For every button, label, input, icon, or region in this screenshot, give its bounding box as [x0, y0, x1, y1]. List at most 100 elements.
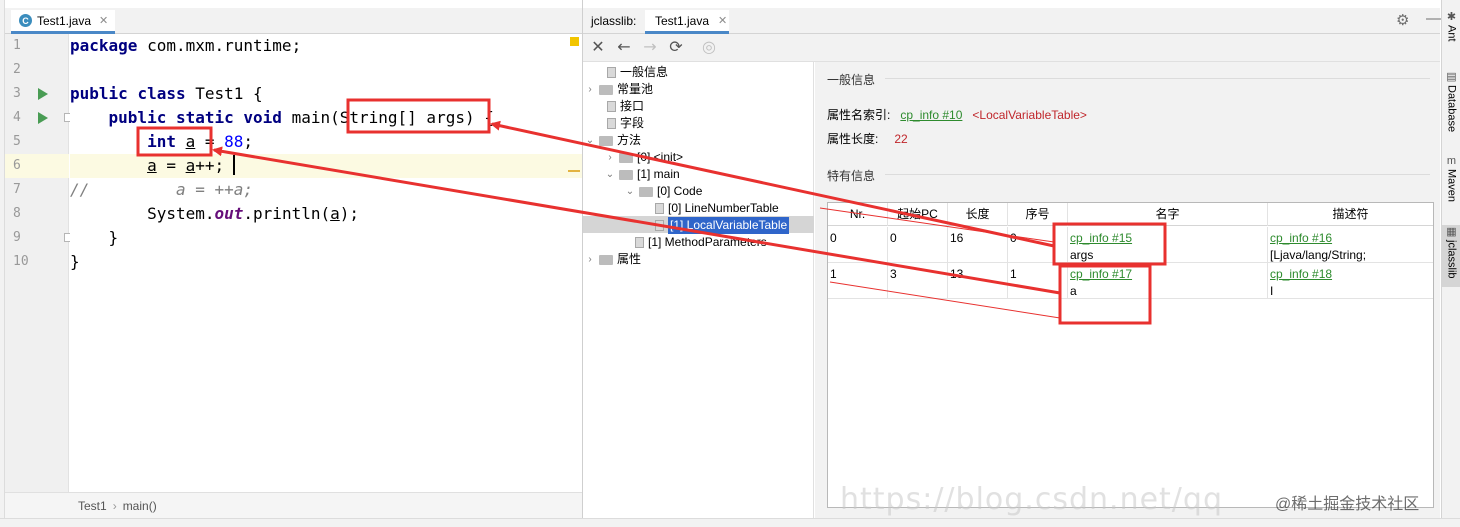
tree-node-code[interactable]: ⌄ [0] Code	[625, 183, 703, 200]
line-number: 7	[13, 182, 21, 197]
table-row[interactable]: 1 3 13 1 cp_info #17 a cp_info #18 I	[828, 263, 1433, 299]
run-icon[interactable]	[38, 88, 48, 100]
gutter-line: 6	[5, 154, 69, 178]
cell-name-value: a	[1070, 284, 1077, 298]
cell-descriptor: cp_info #16 [Ljava/lang/String;	[1268, 227, 1433, 263]
column-header-start-pc[interactable]: 起始PC	[888, 203, 948, 226]
cell-name-value: args	[1070, 248, 1094, 262]
keyword: public	[70, 84, 128, 103]
keyword: int	[147, 132, 176, 151]
database-icon: ▤	[1446, 71, 1457, 83]
tree-node-local-variable-table[interactable]: [1] LocalVariableTable	[655, 217, 790, 234]
code-text: Test1 {	[185, 84, 263, 103]
table-row[interactable]: 0 0 16 0 cp_info #15 args cp_info #16 [L…	[828, 227, 1433, 263]
cp-info-link[interactable]: cp_info #17	[1070, 266, 1267, 283]
chevron-down-icon[interactable]: ⌄	[605, 166, 615, 183]
jclasslib-file-tab[interactable]: Test1.java ✕	[645, 10, 729, 34]
folder-icon	[599, 84, 613, 95]
java-class-icon: C	[19, 14, 32, 27]
code-editor[interactable]: package com.mxm.runtime; public class Te…	[70, 34, 582, 492]
tree-node-line-number-table[interactable]: [0] LineNumberTable	[655, 200, 779, 217]
close-icon[interactable]: ✕	[718, 14, 727, 27]
back-icon[interactable]: ←	[614, 37, 634, 56]
attr-name-index-link[interactable]: cp_info #10	[900, 108, 962, 122]
tree-node-attributes[interactable]: › 属性	[585, 251, 641, 268]
tree-node-label: [0] Code	[657, 184, 703, 198]
cell-index: 0	[1008, 227, 1068, 263]
file-icon	[655, 203, 664, 214]
line-number: 1	[13, 38, 21, 53]
breadcrumb-class[interactable]: Test1	[78, 499, 107, 513]
chevron-down-icon[interactable]: ⌄	[585, 132, 595, 149]
chevron-down-icon[interactable]: ⌄	[625, 183, 635, 200]
minimize-icon[interactable]: —	[1426, 10, 1441, 27]
run-icon[interactable]	[38, 112, 48, 124]
watermark: @稀土掘金技术社区	[1275, 496, 1420, 513]
code-text: );	[339, 204, 360, 223]
section-divider	[885, 78, 1430, 79]
cell-start-pc: 0	[888, 227, 948, 263]
tool-tab-ant[interactable]: ✱ Ant	[1442, 10, 1460, 42]
keyword: package	[70, 36, 138, 55]
jclasslib-toolbar: ✕ ← → ⟳ ◎	[583, 34, 1440, 62]
tree-node-label: [0] <init>	[637, 150, 684, 164]
column-header-index[interactable]: 序号	[1008, 203, 1068, 226]
tree-node-label: [0] LineNumberTable	[668, 201, 779, 215]
column-header-descriptor[interactable]: 描述符	[1268, 203, 1433, 226]
close-icon[interactable]: ✕	[99, 14, 108, 27]
keyword: void	[243, 108, 282, 127]
column-header-name[interactable]: 名字	[1068, 203, 1268, 226]
code-line-8: System.out.println(a);	[70, 202, 582, 226]
close-icon[interactable]: ✕	[588, 37, 608, 56]
cell-start-pc: 3	[888, 263, 948, 299]
tree-node-constant-pool[interactable]: › 常量池	[585, 81, 653, 98]
warning-stripe-marker[interactable]	[568, 170, 580, 172]
chevron-right-icon[interactable]: ›	[585, 251, 595, 268]
column-header-length[interactable]: 长度	[948, 203, 1008, 226]
local-variable-table[interactable]: Nr. 起始PC 长度 序号 名字 描述符 0 0 16 0 cp_info #…	[827, 202, 1434, 508]
tool-tab-jclasslib[interactable]: ▦ jclasslib	[1442, 225, 1460, 287]
jclasslib-title: jclasslib:	[591, 14, 637, 28]
section-divider	[885, 174, 1430, 175]
cp-info-link[interactable]: cp_info #15	[1070, 230, 1267, 247]
forward-icon[interactable]: →	[640, 37, 660, 56]
tree-node-init[interactable]: › [0] <init>	[605, 149, 683, 166]
tree-node-methods[interactable]: ⌄ 方法	[585, 132, 641, 149]
class-structure-tree[interactable]: 一般信息 › 常量池 接口 字段 ⌄ 方法 › [0] <init> ⌄ [1] mai…	[583, 62, 814, 518]
tree-node-interfaces[interactable]: 接口	[593, 98, 644, 115]
tree-node-method-parameters[interactable]: [1] MethodParameters	[635, 234, 767, 251]
tree-node-general[interactable]: 一般信息	[593, 64, 668, 81]
cp-info-link[interactable]: cp_info #18	[1270, 266, 1433, 283]
breadcrumb-method[interactable]: main()	[123, 499, 157, 513]
jclasslib-file-tab-label: Test1.java	[655, 13, 710, 28]
tool-tab-database[interactable]: ▤ Database	[1442, 70, 1460, 132]
cell-name: cp_info #15 args	[1068, 227, 1268, 263]
tree-node-label: 属性	[617, 252, 642, 266]
browser-icon[interactable]: ◎	[699, 37, 719, 56]
breadcrumb: Test1 › main()	[5, 492, 583, 518]
cell-index: 1	[1008, 263, 1068, 299]
column-header-nr[interactable]: Nr.	[828, 203, 888, 226]
gutter-line: 8	[5, 202, 69, 226]
code-text: =	[156, 156, 186, 175]
tree-node-main[interactable]: ⌄ [1] main	[605, 166, 680, 183]
file-icon	[655, 220, 664, 231]
watermark-url: https://blog.csdn.net/qq	[840, 482, 1223, 517]
editor-tab-test1[interactable]: C Test1.java ✕	[11, 10, 115, 34]
tree-node-label: [1] main	[637, 167, 680, 181]
gear-icon[interactable]: ⚙	[1396, 11, 1409, 29]
tool-tab-label: Ant	[1445, 25, 1458, 42]
cp-info-link[interactable]: cp_info #16	[1270, 230, 1433, 247]
folder-icon	[599, 254, 613, 265]
inspection-status-icon[interactable]	[570, 37, 579, 46]
code-text: .println(	[243, 204, 331, 223]
code-text: main(	[281, 108, 340, 127]
cell-nr: 0	[828, 227, 888, 263]
chevron-right-icon[interactable]: ›	[585, 81, 595, 98]
refresh-icon[interactable]: ⟳	[666, 37, 686, 56]
tool-tab-maven[interactable]: m Maven	[1442, 155, 1460, 202]
gutter-line: 4	[5, 106, 73, 130]
tree-node-fields[interactable]: 字段	[593, 115, 644, 132]
chevron-right-icon[interactable]: ›	[605, 149, 615, 166]
gutter-line: 10	[5, 250, 69, 274]
